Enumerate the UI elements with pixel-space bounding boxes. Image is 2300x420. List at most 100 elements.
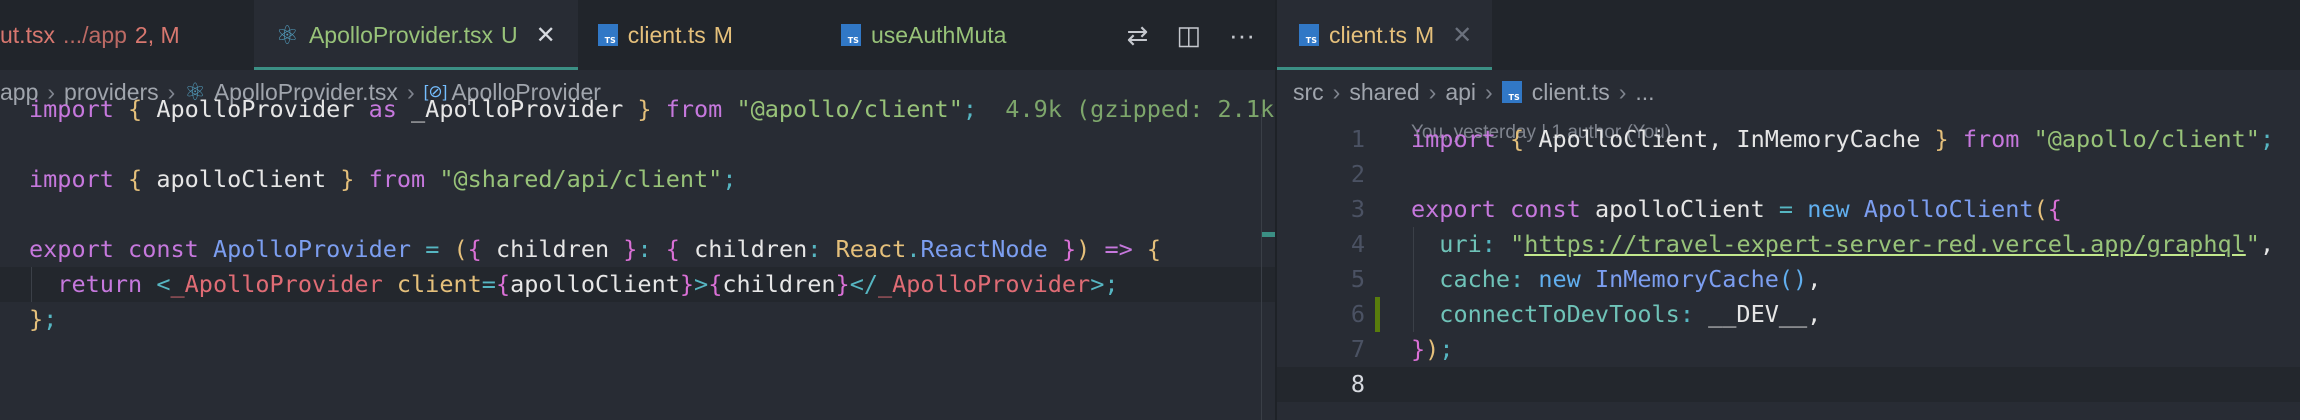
- tab-label: ut.tsx: [0, 21, 55, 48]
- breadcrumb: src › shared › api › TS client.ts › ...: [1293, 70, 1655, 114]
- code-token: {: [1146, 235, 1162, 263]
- tab-use-auth-mutation[interactable]: TS useAuthMuta: [827, 0, 1021, 70]
- code-line[interactable]: [0, 197, 1275, 232]
- code-text: cache: new InMemoryCache(),: [1411, 262, 1821, 297]
- editor-actions: ⇄ ◫ ···: [1116, 0, 1255, 70]
- line-number: 2: [1350, 160, 1365, 188]
- code-token: ApolloClient, InMemoryCache: [1524, 125, 1935, 153]
- line-number: 5: [1350, 265, 1365, 293]
- overview-ruler[interactable]: [1261, 114, 1275, 420]
- ts-icon: TS: [840, 24, 861, 46]
- more-actions-icon[interactable]: ···: [1229, 20, 1255, 51]
- code-token: children: [481, 235, 624, 263]
- tab-client-ts[interactable]: TS client.ts M: [578, 0, 747, 70]
- code-line[interactable]: return <_ApolloProvider client={apolloCl…: [0, 267, 1275, 302]
- code-token: (): [1778, 265, 1808, 293]
- code-line[interactable]: 6 connectToDevTools: __DEV__,: [1277, 297, 2300, 332]
- code-token: ApolloClient: [1863, 195, 2034, 223]
- code-token: ;: [962, 95, 977, 123]
- tab-apollo-provider[interactable]: ⚛ ApolloProvider.tsx U ✕: [253, 0, 578, 70]
- chevron-right-icon: ›: [1332, 78, 1341, 105]
- breadcrumb-item[interactable]: ...: [1635, 79, 1654, 106]
- tab-client-ts[interactable]: TS client.ts M ✕: [1277, 0, 1493, 70]
- code-token: }: [679, 270, 695, 298]
- ts-icon: TS: [1501, 81, 1522, 103]
- code-token: connectToDevTools: [1439, 300, 1680, 328]
- code-editor[interactable]: 1 import { ApolloClient, InMemoryCache } …: [1277, 122, 2300, 402]
- code-line[interactable]: 2: [1277, 157, 2300, 192]
- code-token: _ApolloProvider: [877, 270, 1091, 298]
- code-token: ;: [722, 165, 737, 193]
- code-token: React: [835, 235, 907, 263]
- code-token: }: [1061, 235, 1077, 263]
- code-line[interactable]: };: [0, 302, 1275, 337]
- code-token: >;: [1090, 270, 1119, 298]
- code-line[interactable]: 7});: [1277, 332, 2300, 367]
- close-icon[interactable]: ✕: [536, 21, 556, 50]
- code-token: =: [425, 235, 440, 263]
- code-line[interactable]: [0, 127, 1275, 162]
- code-text: export const ApolloProvider = ({ childre…: [29, 232, 1161, 267]
- code-token: ,: [2259, 230, 2275, 258]
- code-line[interactable]: 1 import { ApolloClient, InMemoryCache } …: [1277, 122, 2300, 157]
- git-modified-marker[interactable]: [1375, 297, 1380, 332]
- code-editor[interactable]: import { ApolloProvider as _ApolloProvid…: [0, 92, 1275, 337]
- split-editor-icon[interactable]: ◫: [1176, 20, 1201, 51]
- tab-badge: M: [713, 21, 733, 48]
- code-text: import { ApolloClient, InMemoryCache } f…: [1411, 122, 2274, 157]
- code-token: }: [1934, 125, 1949, 153]
- compare-changes-icon[interactable]: ⇄: [1127, 20, 1149, 51]
- code-line[interactable]: 4 uri: "https://travel-expert-server-red…: [1277, 227, 2300, 262]
- code-token: :: [637, 235, 652, 263]
- code-token: </: [849, 270, 878, 298]
- code-token: __DEV__,: [1693, 300, 1822, 328]
- code-line[interactable]: import { ApolloProvider as _ApolloProvid…: [0, 92, 1275, 127]
- code-token: ,: [1807, 265, 1822, 293]
- line-number: 1: [1350, 125, 1365, 153]
- tab-path: .../app: [62, 21, 127, 48]
- code-line[interactable]: 3 export const apolloClient = new ApolloC…: [1277, 192, 2300, 227]
- left-editor-group: ut.tsx .../app 2, M ⚛ ApolloProvider.tsx…: [0, 0, 1275, 420]
- close-icon[interactable]: ✕: [1452, 21, 1472, 50]
- breadcrumb-item[interactable]: src: [1293, 79, 1324, 106]
- code-line[interactable]: 5 cache: new InMemoryCache(),: [1277, 262, 2300, 297]
- code-token: uri: [1439, 230, 1482, 258]
- code-text: import { ApolloProvider as _ApolloProvid…: [29, 92, 1275, 127]
- code-token: .: [906, 235, 921, 263]
- code-line[interactable]: import { apolloClient } from "@shared/ap…: [0, 162, 1275, 197]
- code-token: ): [1425, 335, 1440, 363]
- code-text: };: [29, 302, 57, 337]
- code-token: {: [128, 165, 143, 193]
- breadcrumb-item[interactable]: shared: [1349, 79, 1419, 106]
- code-token: "@apollo/client": [736, 95, 963, 123]
- breadcrumb-item[interactable]: api: [1445, 79, 1476, 106]
- code-link[interactable]: https://travel-expert-server-red.vercel.…: [1524, 230, 2246, 258]
- code-line[interactable]: export const ApolloProvider = ({ childre…: [0, 232, 1275, 267]
- code-token: new: [1807, 195, 1850, 223]
- breadcrumb-item[interactable]: client.ts: [1532, 79, 1610, 106]
- chevron-right-icon: ›: [1618, 78, 1627, 105]
- chevron-right-icon: ›: [1485, 78, 1493, 105]
- code-token: :: [1481, 230, 1496, 258]
- code-token: {: [1510, 125, 1525, 153]
- code-text: uri: "https://travel-expert-server-red.v…: [1411, 227, 2274, 262]
- tab-layout[interactable]: ut.tsx .../app 2, M: [0, 0, 194, 70]
- code-token: apolloClient: [1580, 195, 1779, 223]
- ruler-marker: [1262, 232, 1275, 237]
- line-number: 4: [1350, 230, 1365, 258]
- code-line[interactable]: 8: [1277, 367, 2300, 402]
- code-token: }: [1411, 335, 1426, 363]
